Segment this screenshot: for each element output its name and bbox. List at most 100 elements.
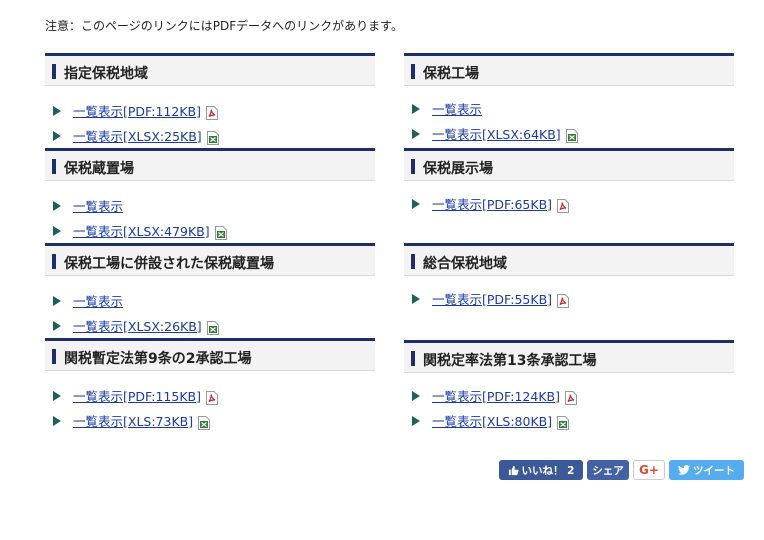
arrow-bullet-icon xyxy=(53,226,61,236)
list-item: 一覧表示[PDF:65KB] xyxy=(412,191,734,216)
hatena-share-button[interactable]: シェア xyxy=(587,460,629,480)
facebook-like-label: いいね！ 2 xyxy=(521,464,575,477)
arrow-bullet-icon xyxy=(412,294,420,304)
section-accent-bar xyxy=(411,64,415,79)
section-header: 総合保税地域 xyxy=(404,243,734,276)
arrow-bullet-icon xyxy=(53,416,61,426)
list-item: 一覧表示 xyxy=(53,288,375,313)
section-header: 関税暫定法第9条の2承認工場 xyxy=(45,338,375,371)
pdf-file-icon xyxy=(557,293,570,308)
section: 保税工場に併設された保税蔵置場一覧表示一覧表示[XLSX:26KB] xyxy=(45,243,375,338)
list-link[interactable]: 一覧表示[XLS:73KB] xyxy=(73,411,193,430)
list-link[interactable]: 一覧表示 xyxy=(432,99,482,118)
section-title: 総合保税地域 xyxy=(423,256,507,272)
link-list: 一覧表示[PDF:65KB] xyxy=(404,181,734,243)
section-header: 保税展示場 xyxy=(404,148,734,181)
link-list: 一覧表示一覧表示[XLSX:64KB] xyxy=(404,86,734,148)
arrow-bullet-icon xyxy=(412,391,420,401)
section: 関税暫定法第9条の2承認工場一覧表示[PDF:115KB] 一覧表示[XLS:73… xyxy=(45,338,375,443)
google-plus-button[interactable]: G+ xyxy=(633,460,665,480)
arrow-bullet-icon xyxy=(53,321,61,331)
section-header: 保税蔵置場 xyxy=(45,148,375,181)
list-item: 一覧表示[XLS:80KB] xyxy=(412,408,734,433)
section-title: 保税工場 xyxy=(423,66,479,82)
arrow-bullet-icon xyxy=(53,106,61,116)
excel-file-icon xyxy=(206,130,219,145)
google-plus-label: G+ xyxy=(639,463,659,477)
section-accent-bar xyxy=(411,254,415,269)
list-item: 一覧表示[PDF:55KB] xyxy=(412,286,734,311)
section-header: 保税工場に併設された保税蔵置場 xyxy=(45,243,375,276)
arrow-bullet-icon xyxy=(53,296,61,306)
section-header: 関税定率法第13条承認工場 xyxy=(404,340,734,373)
excel-file-icon xyxy=(206,320,219,335)
list-link[interactable]: 一覧表示 xyxy=(73,196,123,215)
link-list: 一覧表示一覧表示[XLSX:479KB] xyxy=(45,181,375,243)
section: 指定保税地域一覧表示[PDF:112KB] 一覧表示[XLSX:25KB] xyxy=(45,53,375,148)
section-title: 指定保税地域 xyxy=(64,66,148,82)
facebook-like-button[interactable]: いいね！ 2 xyxy=(499,460,583,480)
list-item: 一覧表示[PDF:115KB] xyxy=(53,383,375,408)
arrow-bullet-icon xyxy=(53,201,61,211)
section-accent-bar xyxy=(52,254,56,269)
list-link[interactable]: 一覧表示 xyxy=(73,291,123,310)
list-item: 一覧表示[XLSX:25KB] xyxy=(53,123,375,148)
arrow-bullet-icon xyxy=(53,131,61,141)
list-link[interactable]: 一覧表示[XLSX:64KB] xyxy=(432,124,561,143)
list-link[interactable]: 一覧表示[XLSX:26KB] xyxy=(73,316,202,335)
arrow-bullet-icon xyxy=(412,104,420,114)
arrow-bullet-icon xyxy=(412,416,420,426)
thumbs-up-icon xyxy=(508,465,519,475)
list-link[interactable]: 一覧表示[PDF:112KB] xyxy=(73,101,201,120)
section-title: 関税定率法第13条承認工場 xyxy=(423,353,597,369)
section-header: 指定保税地域 xyxy=(45,53,375,86)
list-link[interactable]: 一覧表示[XLSX:479KB] xyxy=(73,221,210,240)
left-column: 指定保税地域一覧表示[PDF:112KB] 一覧表示[XLSX:25KB] 保税蔵置… xyxy=(45,53,375,443)
excel-file-icon xyxy=(214,225,227,240)
pdf-file-icon xyxy=(205,105,218,120)
section-accent-bar xyxy=(411,351,415,366)
list-item: 一覧表示 xyxy=(412,96,734,121)
arrow-bullet-icon xyxy=(53,391,61,401)
tweet-button[interactable]: ツイート xyxy=(669,460,744,480)
section-accent-bar xyxy=(411,159,415,174)
list-item: 一覧表示 xyxy=(53,193,375,218)
hatena-share-label: シェア xyxy=(592,464,624,477)
twitter-bird-icon xyxy=(678,465,690,475)
section-title: 保税蔵置場 xyxy=(64,161,134,177)
arrow-bullet-icon xyxy=(412,199,420,209)
list-link[interactable]: 一覧表示[XLSX:25KB] xyxy=(73,126,202,145)
section: 関税定率法第13条承認工場一覧表示[PDF:124KB] 一覧表示[XLS:80K… xyxy=(404,340,734,453)
list-link[interactable]: 一覧表示[PDF:55KB] xyxy=(432,289,552,308)
link-list: 一覧表示[PDF:124KB] 一覧表示[XLS:80KB] xyxy=(404,373,734,453)
pdf-notice: 注意：このページのリンクにはPDFデータへのリンクがあります。 xyxy=(45,19,403,33)
pdf-file-icon xyxy=(557,198,570,213)
list-link[interactable]: 一覧表示[XLS:80KB] xyxy=(432,411,552,430)
list-link[interactable]: 一覧表示[PDF:115KB] xyxy=(73,386,201,405)
section-accent-bar xyxy=(52,159,56,174)
section-accent-bar xyxy=(52,64,56,79)
link-list: 一覧表示[PDF:115KB] 一覧表示[XLS:73KB] xyxy=(45,371,375,443)
excel-file-icon xyxy=(565,128,578,143)
list-link[interactable]: 一覧表示[PDF:65KB] xyxy=(432,194,552,213)
section: 保税蔵置場一覧表示一覧表示[XLSX:479KB] xyxy=(45,148,375,243)
pdf-file-icon xyxy=(564,390,577,405)
list-item: 一覧表示[PDF:112KB] xyxy=(53,98,375,123)
link-list: 一覧表示一覧表示[XLSX:26KB] xyxy=(45,276,375,338)
list-item: 一覧表示[XLS:73KB] xyxy=(53,408,375,433)
section: 保税展示場一覧表示[PDF:65KB] xyxy=(404,148,734,243)
list-link[interactable]: 一覧表示[PDF:124KB] xyxy=(432,386,560,405)
section-accent-bar xyxy=(52,349,56,364)
section: 総合保税地域一覧表示[PDF:55KB] xyxy=(404,243,734,340)
right-column: 保税工場 一覧表示 一覧表示[XLSX:64KB] 保税展示場 一覧表示[PDF:65K… xyxy=(404,53,734,453)
tweet-label: ツイート xyxy=(693,464,735,477)
arrow-bullet-icon xyxy=(412,129,420,139)
section-title: 関税暫定法第9条の2承認工場 xyxy=(64,351,252,367)
list-item: 一覧表示[XLSX:64KB] xyxy=(412,121,734,146)
section-title: 保税工場に併設された保税蔵置場 xyxy=(64,256,274,272)
excel-file-icon xyxy=(557,415,570,430)
list-item: 一覧表示[PDF:124KB] xyxy=(412,383,734,408)
list-item: 一覧表示[XLSX:26KB] xyxy=(53,313,375,338)
section-header: 保税工場 xyxy=(404,53,734,86)
link-list: 一覧表示[PDF:55KB] xyxy=(404,276,734,340)
